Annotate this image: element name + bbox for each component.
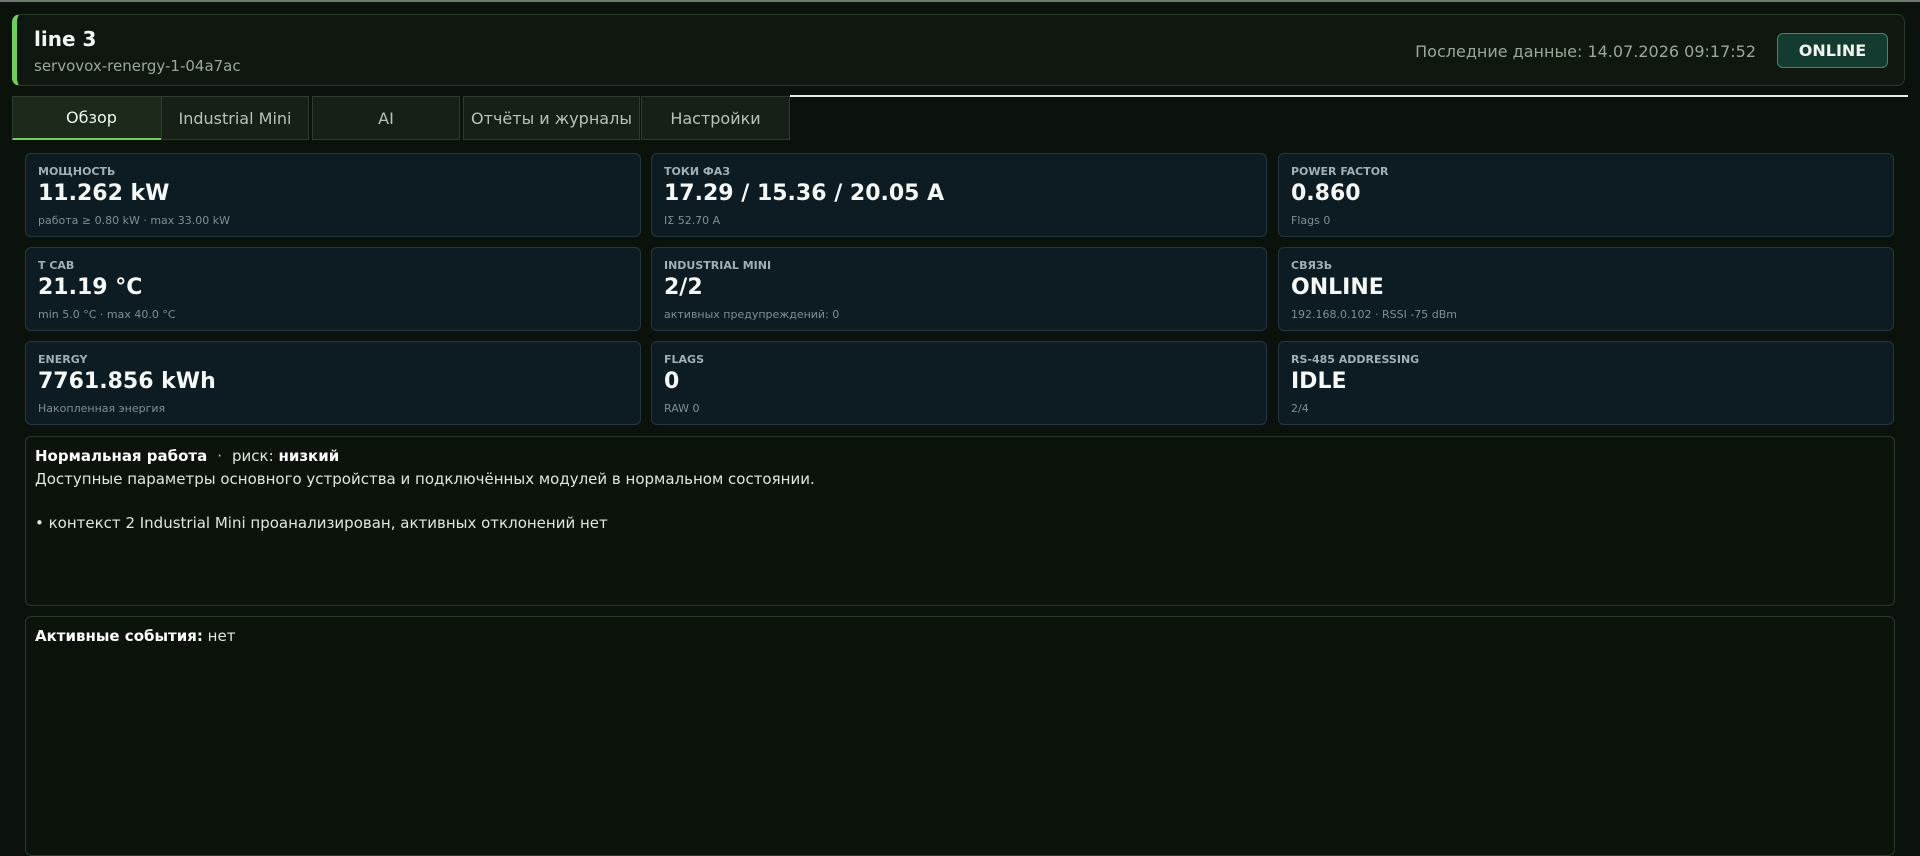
metric-card-power: Мощность 11.262 kW работа ≥ 0.80 kW · ma… [25, 153, 641, 237]
status-separator: · [217, 447, 223, 465]
last-data-label: Последние данные: [1415, 42, 1583, 61]
metric-value: 11.262 kW [38, 181, 170, 206]
metric-label: Energy [38, 353, 88, 366]
online-status-badge: ONLINE [1777, 33, 1888, 68]
status-summary-panel: Нормальная работа · риск: низкий Доступные… [25, 436, 1895, 606]
metric-label: Power factor [1291, 165, 1389, 178]
tab-bar-rule [790, 95, 1908, 97]
metric-value: ONLINE [1291, 275, 1384, 300]
device-header: line 3 servovox-renergy-1-04a7ac Последн… [12, 14, 1905, 86]
metric-card-flags: Flags 0 RAW 0 [651, 341, 1267, 425]
metric-sub: 192.168.0.102 · RSSI -75 dBm [1291, 308, 1458, 321]
metric-card-industrial-mini: Industrial Mini 2/2 активных предупрежде… [651, 247, 1267, 331]
metric-label: Токи фаз [664, 165, 731, 178]
metric-value: 0.860 [1291, 181, 1361, 206]
status-description: Доступные параметры основного устройства… [35, 470, 815, 488]
metric-card-energy: Energy 7761.856 kWh Накопленная энергия [25, 341, 641, 425]
metric-value: 17.29 / 15.36 / 20.05 A [664, 181, 945, 206]
metric-sub: min 5.0 °C · max 40.0 °C [38, 308, 176, 321]
active-events-label: Активные события: [35, 627, 203, 645]
last-data-timestamp: Последние данные: 14.07.2026 09:17:52 [1415, 42, 1756, 61]
metric-label: RS-485 addressing [1291, 353, 1420, 366]
metric-sub: 2/4 [1291, 402, 1309, 415]
metric-sub: IΣ 52.70 A [664, 214, 721, 227]
metric-sub: активных предупреждений: 0 [664, 308, 840, 321]
metric-card-power-factor: Power factor 0.860 Flags 0 [1278, 153, 1894, 237]
metric-label: Мощность [38, 165, 116, 178]
status-title: Нормальная работа [35, 447, 208, 465]
device-id: servovox-renergy-1-04a7ac [34, 57, 241, 75]
metric-label: Flags [664, 353, 704, 366]
metric-card-connection: Связь ONLINE 192.168.0.102 · RSSI -75 dB… [1278, 247, 1894, 331]
device-title: line 3 [34, 27, 97, 51]
metric-sub: Накопленная энергия [38, 402, 166, 415]
metric-value: 0 [664, 369, 680, 394]
tab-overview[interactable]: Обзор [12, 96, 171, 140]
metric-sub: Flags 0 [1291, 214, 1331, 227]
window-top-border [0, 0, 1920, 2]
active-events-value: нет [207, 627, 236, 645]
risk-label: риск: [232, 447, 274, 465]
tab-settings[interactable]: Настройки [641, 96, 790, 140]
metric-card-phase-currents: Токи фаз 17.29 / 15.36 / 20.05 A IΣ 52.7… [651, 153, 1267, 237]
metric-label: T cab [38, 259, 75, 272]
metric-sub: RAW 0 [664, 402, 700, 415]
metric-sub: работа ≥ 0.80 kW · max 33.00 kW [38, 214, 231, 227]
tab-reports-logs[interactable]: Отчёты и журналы [463, 96, 640, 140]
last-data-value: 14.07.2026 09:17:52 [1587, 42, 1756, 61]
metric-value: 21.19 °C [38, 275, 143, 300]
active-events-line: Активные события: нет [35, 627, 235, 645]
metric-value: 7761.856 kWh [38, 369, 216, 394]
status-summary-heading: Нормальная работа · риск: низкий [35, 447, 339, 465]
tab-industrial-mini[interactable]: Industrial Mini [161, 96, 309, 140]
metric-card-rs485-addressing: RS-485 addressing IDLE 2/4 [1278, 341, 1894, 425]
metric-value: IDLE [1291, 369, 1347, 394]
metric-value: 2/2 [664, 275, 703, 300]
status-bullet: • контекст 2 Industrial Mini проанализир… [35, 514, 608, 532]
tab-bar: Обзор Industrial Mini AI Отчёты и журнал… [12, 95, 1908, 140]
metric-card-cabinet-temp: T cab 21.19 °C min 5.0 °C · max 40.0 °C [25, 247, 641, 331]
tab-ai[interactable]: AI [312, 96, 460, 140]
metric-label: Industrial Mini [664, 259, 772, 272]
risk-value: низкий [278, 447, 340, 465]
metric-label: Связь [1291, 259, 1333, 272]
active-events-panel: Активные события: нет [25, 616, 1895, 856]
